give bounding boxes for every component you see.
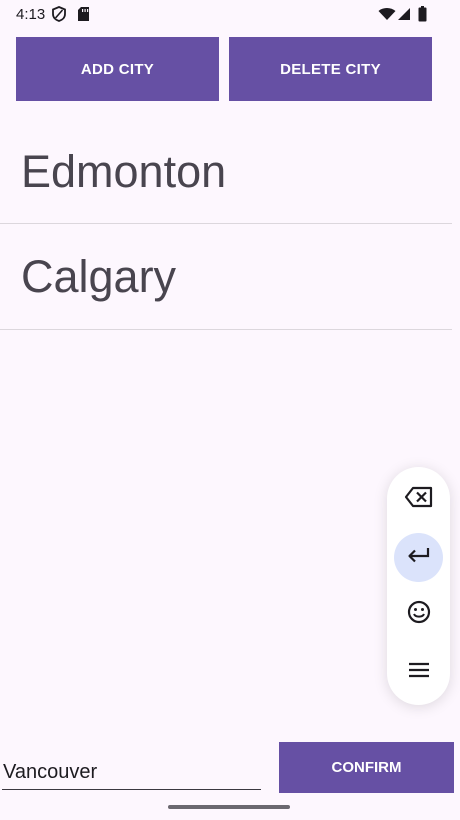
cellular-signal-icon <box>397 7 411 26</box>
enter-button[interactable] <box>394 533 443 582</box>
emoji-button[interactable] <box>394 590 443 639</box>
backspace-button[interactable] <box>394 475 443 524</box>
emoji-icon <box>407 600 431 629</box>
city-list-item[interactable]: Calgary <box>0 224 452 330</box>
shield-icon <box>52 6 66 27</box>
city-list-item[interactable]: Edmonton <box>0 120 452 224</box>
wifi-icon <box>378 7 396 26</box>
confirm-button[interactable]: CONFIRM <box>279 742 454 793</box>
floating-keyboard-toolbar <box>387 467 450 705</box>
app-screen: 4:13 ADD CITY DELETE CITY Edmonton Calga… <box>0 0 460 820</box>
add-city-button[interactable]: ADD CITY <box>16 37 219 101</box>
delete-city-button[interactable]: DELETE CITY <box>229 37 432 101</box>
menu-button[interactable] <box>394 648 443 697</box>
backspace-icon <box>404 486 434 513</box>
gesture-navigation-bar[interactable] <box>168 805 290 809</box>
city-name-input[interactable] <box>2 758 261 790</box>
city-list: Edmonton Calgary <box>0 120 452 330</box>
sd-card-icon <box>77 6 90 27</box>
menu-icon <box>408 662 430 683</box>
enter-icon <box>407 547 431 568</box>
status-time: 4:13 <box>16 6 46 23</box>
status-bar: 4:13 <box>0 0 460 30</box>
battery-icon <box>418 6 427 27</box>
